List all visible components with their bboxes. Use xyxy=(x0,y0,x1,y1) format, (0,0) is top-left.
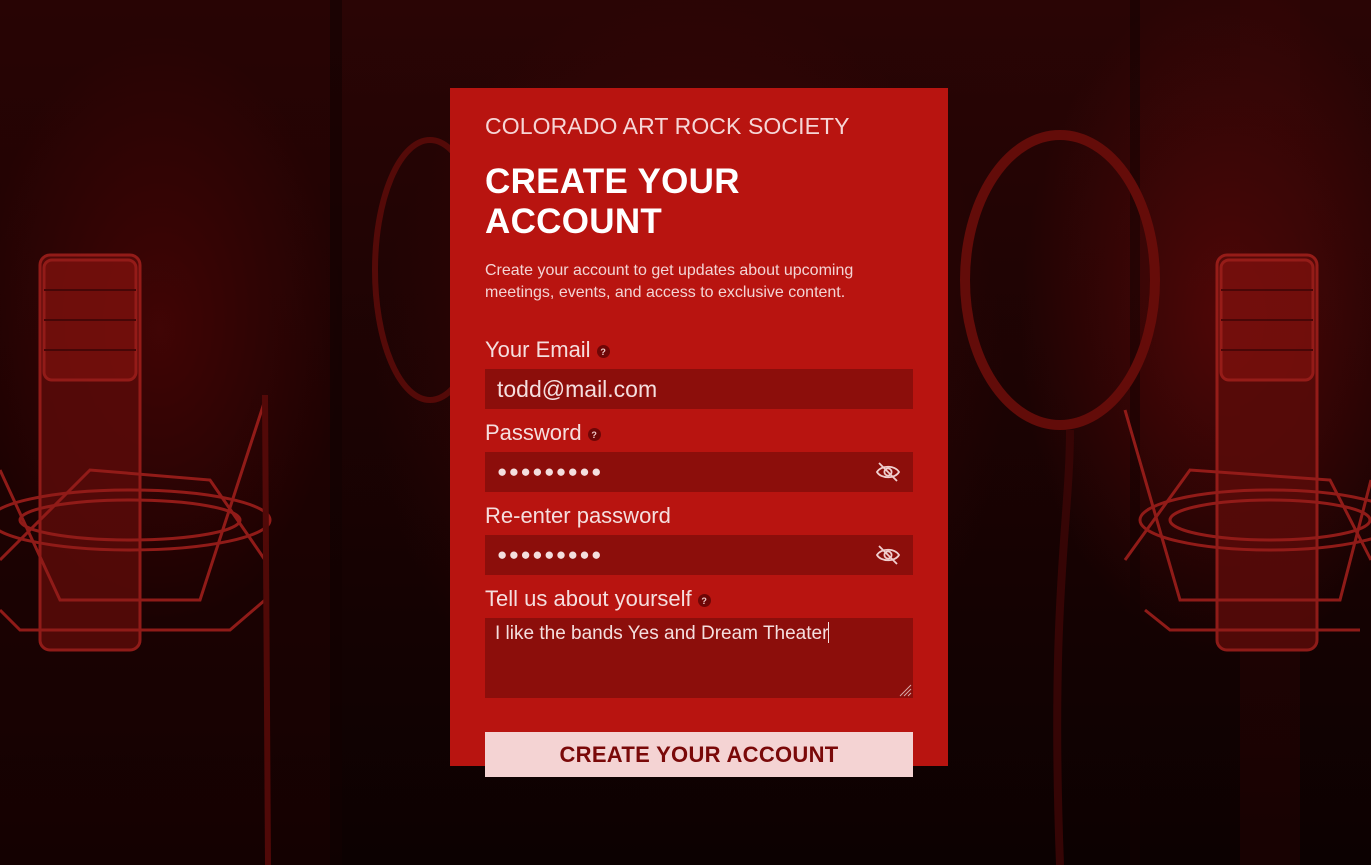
confirm-password-group: Re-enter password ●●●●●●●●● xyxy=(485,503,913,575)
signup-card: COLORADO ART ROCK SOCIETY CREATE YOUR AC… xyxy=(450,88,948,777)
password-field-value: ●●●●●●●●● xyxy=(497,462,603,481)
email-field[interactable]: todd@mail.com xyxy=(485,369,913,409)
create-account-button[interactable]: CREATE YOUR ACCOUNT xyxy=(485,732,913,777)
organization-name: COLORADO ART ROCK SOCIETY xyxy=(485,113,850,139)
about-help-icon[interactable]: ? xyxy=(697,594,711,607)
password-label-text: Password xyxy=(485,420,582,445)
text-caret xyxy=(828,622,830,643)
resize-handle-icon[interactable] xyxy=(896,681,912,697)
email-label: Your Email ? xyxy=(485,337,913,363)
about-label: Tell us about yourself ? xyxy=(485,586,913,612)
confirm-password-field[interactable]: ●●●●●●●●● xyxy=(485,535,913,575)
about-group: Tell us about yourself ? I like the band… xyxy=(485,586,913,698)
email-label-text: Your Email xyxy=(485,337,591,362)
email-group: Your Email ? todd@mail.com xyxy=(485,337,913,409)
eye-slash-icon[interactable] xyxy=(875,543,901,567)
eye-slash-icon[interactable] xyxy=(875,460,901,484)
confirm-password-field-value: ●●●●●●●●● xyxy=(497,545,603,564)
email-help-icon[interactable]: ? xyxy=(596,345,610,358)
password-field[interactable]: ●●●●●●●●● xyxy=(485,452,913,492)
confirm-password-label: Re-enter password xyxy=(485,503,913,529)
about-textarea[interactable]: I like the bands Yes and Dream Theater xyxy=(485,618,913,698)
page-description: Create your account to get updates about… xyxy=(485,262,854,301)
password-help-icon[interactable]: ? xyxy=(587,428,601,441)
email-field-value: todd@mail.com xyxy=(497,375,658,402)
password-label: Password ? xyxy=(485,420,913,446)
confirm-password-label-text: Re-enter password xyxy=(485,503,671,528)
page-title: CREATE YOUR ACCOUNT xyxy=(485,162,740,241)
about-textarea-value: I like the bands Yes and Dream Theater xyxy=(495,623,829,644)
about-label-text: Tell us about yourself xyxy=(485,586,692,611)
password-group: Password ? ●●●●●●●●● xyxy=(485,420,913,492)
